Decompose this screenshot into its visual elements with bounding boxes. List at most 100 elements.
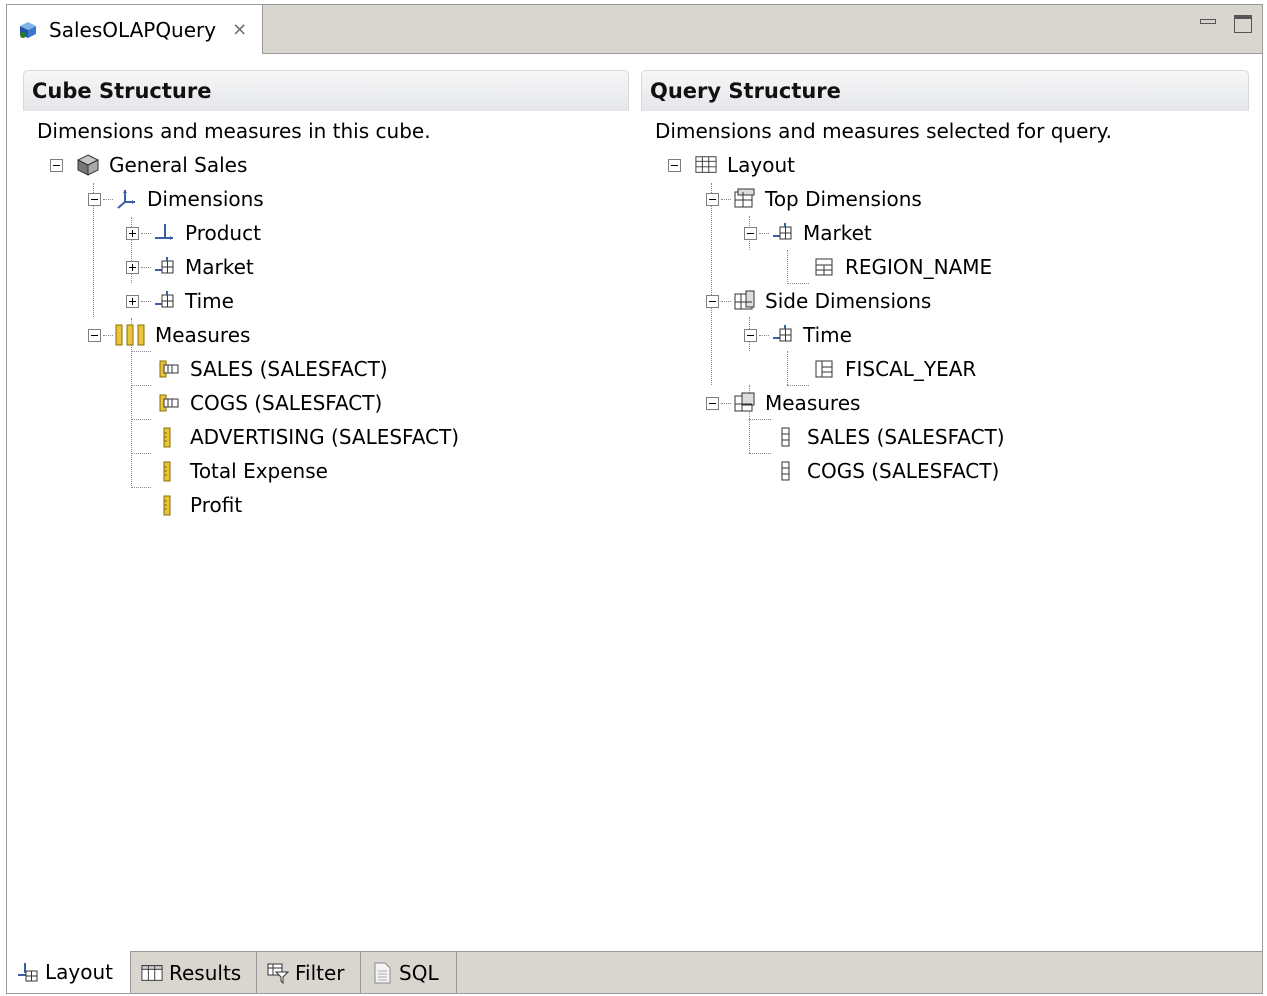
- dimension-hierarchy-icon: [153, 290, 175, 312]
- ruler-icon: [158, 426, 180, 448]
- cube-icon: [77, 154, 99, 176]
- ruler-icon: [158, 460, 180, 482]
- tree-node-measure-profit[interactable]: Profit: [158, 488, 242, 522]
- tab-results[interactable]: Results: [131, 952, 257, 993]
- level-icon: [813, 256, 835, 278]
- table-measure-icon: [158, 358, 180, 380]
- tree-label: Market: [803, 221, 872, 245]
- collapse-toggle[interactable]: [744, 226, 757, 240]
- collapse-toggle[interactable]: [50, 158, 63, 172]
- tree-node-measure-advertising[interactable]: ADVERTISING (SALESFACT): [158, 420, 459, 454]
- dimension-hierarchy-icon: [771, 222, 793, 244]
- tree-node-side-dimensions[interactable]: Side Dimensions: [706, 284, 931, 318]
- collapse-toggle[interactable]: [668, 158, 681, 172]
- measure-icon: [775, 426, 797, 448]
- tree-label: REGION_NAME: [845, 255, 993, 279]
- tree-label: Product: [185, 221, 261, 245]
- query-structure-title: Query Structure: [650, 79, 841, 103]
- ruler-icon: [158, 494, 180, 516]
- tree-node-product[interactable]: Product: [126, 216, 261, 250]
- tree-label: FISCAL_YEAR: [845, 357, 977, 381]
- tree-node-layout[interactable]: Layout: [668, 148, 795, 182]
- tree-node-measure-total-expense[interactable]: Total Expense: [158, 454, 328, 488]
- tree-node-query-market[interactable]: Market: [744, 216, 872, 250]
- minimize-button[interactable]: [1200, 15, 1218, 33]
- level-icon: [813, 358, 835, 380]
- collapse-toggle[interactable]: [88, 192, 101, 206]
- tree-label: Time: [185, 289, 234, 313]
- tree-node-general-sales[interactable]: General Sales: [50, 148, 247, 182]
- query-structure-description: Dimensions and measures selected for que…: [655, 119, 1112, 143]
- tree-label: Layout: [727, 153, 795, 177]
- tree-node-query-measure-cogs[interactable]: COGS (SALESFACT): [775, 454, 999, 488]
- tree-label: SALES (SALESFACT): [190, 357, 388, 381]
- tree-node-dimensions[interactable]: Dimensions: [88, 182, 264, 216]
- tree-label: COGS (SALESFACT): [807, 459, 1000, 483]
- collapse-toggle[interactable]: [706, 192, 719, 206]
- cube-structure-header: Cube Structure: [23, 70, 629, 111]
- expand-toggle[interactable]: [126, 260, 139, 274]
- tab-label: Layout: [45, 960, 113, 984]
- tree-node-time[interactable]: Time: [126, 284, 234, 318]
- tree-node-query-measures[interactable]: Measures: [706, 386, 860, 420]
- query-structure-header: Query Structure: [641, 70, 1249, 111]
- tree-label: Profit: [190, 493, 243, 517]
- tree-label: Total Expense: [190, 459, 328, 483]
- tree-label: Top Dimensions: [765, 187, 922, 211]
- tree-node-measure-cogs[interactable]: COGS (SALESFACT): [158, 386, 382, 420]
- results-grid-icon: [141, 962, 163, 984]
- tree-label: ADVERTISING (SALESFACT): [190, 425, 460, 449]
- tree-label: Side Dimensions: [765, 289, 932, 313]
- axes-icon: [115, 188, 137, 210]
- tree-label: General Sales: [109, 153, 248, 177]
- tree-label: COGS (SALESFACT): [190, 391, 383, 415]
- cube-structure-description: Dimensions and measures in this cube.: [37, 119, 431, 143]
- ruler-folder-icon: [115, 324, 145, 346]
- tab-sql[interactable]: SQL: [361, 952, 457, 993]
- tab-label: Filter: [295, 960, 345, 985]
- tree-label: SALES (SALESFACT): [807, 425, 1005, 449]
- dimension-hierarchy-icon: [153, 256, 175, 278]
- expand-toggle[interactable]: [126, 294, 139, 308]
- editor-window: SalesOLAPQuery ⨯ Cube Structure Dimensio…: [6, 4, 1263, 994]
- tree-node-query-measure-sales[interactable]: SALES (SALESFACT): [775, 420, 1005, 454]
- edge-table-icon: [733, 392, 755, 414]
- collapse-toggle[interactable]: [706, 294, 719, 308]
- cube-structure-section: Cube Structure Dimensions and measures i…: [23, 70, 629, 930]
- collapse-toggle[interactable]: [744, 328, 757, 342]
- table-measure-icon: [158, 392, 180, 414]
- query-structure-section: Query Structure Dimensions and measures …: [641, 70, 1249, 930]
- collapse-toggle[interactable]: [88, 328, 101, 342]
- collapse-toggle[interactable]: [706, 396, 719, 410]
- tree-label: Dimensions: [147, 187, 264, 211]
- cube-structure-title: Cube Structure: [32, 79, 212, 103]
- tree-label: Measures: [765, 391, 861, 415]
- bottom-tab-bar: Layout Results Filter SQL: [7, 951, 1262, 993]
- close-icon[interactable]: ⨯: [232, 19, 247, 40]
- tree-label: Time: [803, 323, 852, 347]
- tree-label: Market: [185, 255, 254, 279]
- filter-icon: [267, 962, 289, 984]
- tree-node-region-name[interactable]: REGION_NAME: [813, 250, 992, 284]
- editor-tab-title: SalesOLAPQuery: [49, 17, 217, 42]
- tab-label: SQL: [399, 960, 439, 985]
- tree-node-measures[interactable]: Measures: [88, 318, 250, 352]
- grid-icon: [695, 154, 717, 176]
- cube-query-icon: [17, 19, 39, 41]
- edge-table-icon: [733, 290, 755, 312]
- tab-layout[interactable]: Layout: [7, 951, 131, 993]
- tree-label: Measures: [155, 323, 251, 347]
- tree-node-top-dimensions[interactable]: Top Dimensions: [706, 182, 922, 216]
- tree-node-market[interactable]: Market: [126, 250, 254, 284]
- tab-label: Results: [169, 960, 242, 985]
- expand-toggle[interactable]: [126, 226, 139, 240]
- tree-node-fiscal-year[interactable]: FISCAL_YEAR: [813, 352, 976, 386]
- axis-arrow-icon: [153, 222, 175, 244]
- tree-node-measure-sales[interactable]: SALES (SALESFACT): [158, 352, 388, 386]
- edge-table-icon: [733, 188, 755, 210]
- editor-tab[interactable]: SalesOLAPQuery ⨯: [7, 5, 263, 54]
- measure-icon: [775, 460, 797, 482]
- tree-node-query-time[interactable]: Time: [744, 318, 852, 352]
- tab-filter[interactable]: Filter: [257, 952, 361, 993]
- maximize-button[interactable]: [1234, 15, 1252, 33]
